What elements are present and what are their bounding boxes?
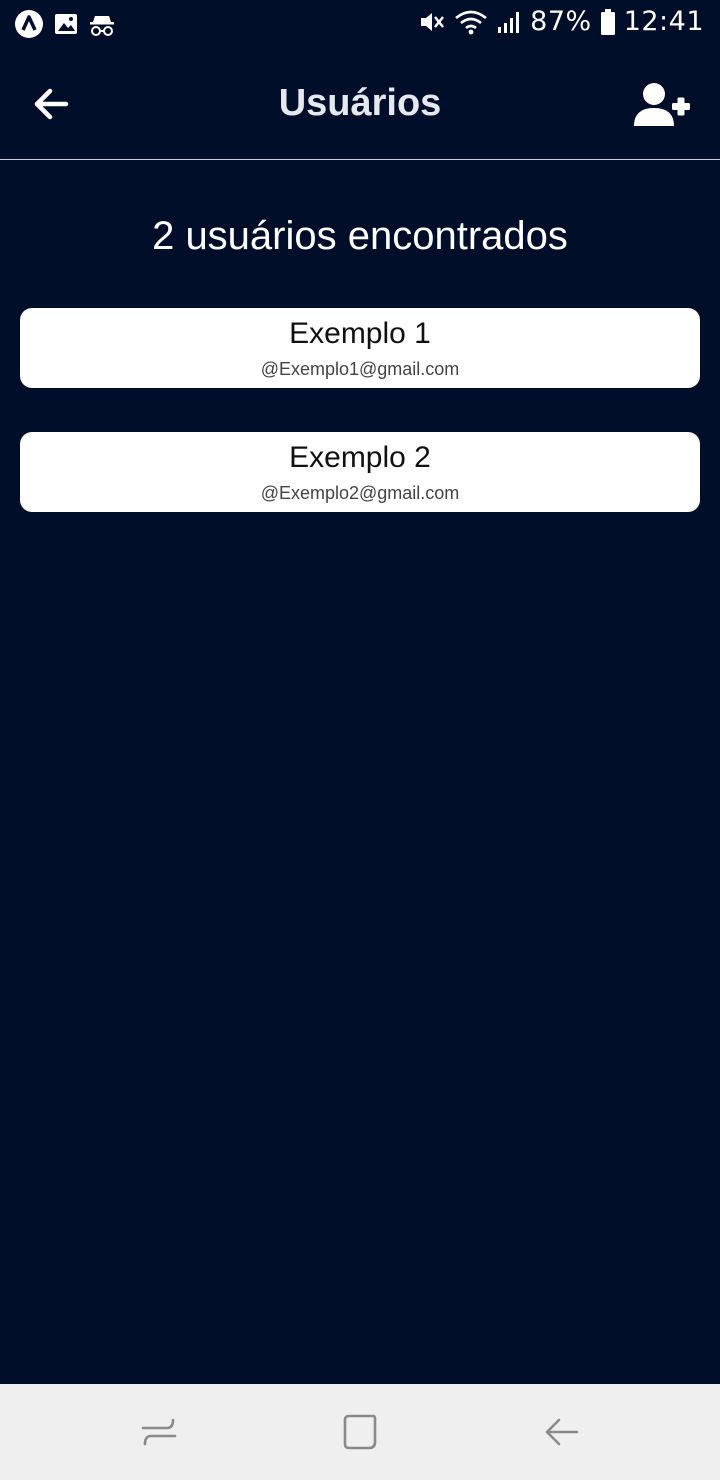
mute-icon	[418, 8, 446, 36]
signal-icon	[496, 9, 522, 35]
battery-icon	[600, 8, 616, 36]
recents-icon	[139, 1418, 179, 1456]
user-email: @Exemplo1@gmail.com	[260, 359, 460, 379]
home-icon	[340, 1414, 380, 1456]
system-back-button[interactable]	[541, 1412, 581, 1452]
app-logo-icon	[14, 9, 44, 39]
user-plus-icon	[632, 83, 692, 134]
add-user-button[interactable]	[632, 82, 692, 130]
battery-percentage: 87%	[530, 6, 592, 37]
status-bar: 87% 12:41	[0, 0, 720, 50]
back-icon	[541, 1418, 581, 1456]
page-title: Usuários	[278, 82, 442, 124]
user-card[interactable]: Exemplo 1 @Exemplo1@gmail.com	[20, 308, 700, 388]
users-count-label: 2 usuários encontrados	[152, 214, 568, 258]
recents-button[interactable]	[139, 1412, 179, 1452]
app-header: Usuários	[0, 50, 720, 160]
incognito-icon	[88, 10, 116, 38]
user-name: Exemplo 1	[289, 317, 431, 350]
gallery-icon	[54, 12, 78, 36]
user-email: @Exemplo2@gmail.com	[260, 483, 460, 503]
system-nav-bar	[0, 1384, 720, 1480]
user-name: Exemplo 2	[289, 441, 431, 474]
wifi-icon	[454, 8, 488, 36]
clock: 12:41	[623, 6, 704, 37]
user-card[interactable]: Exemplo 2 @Exemplo2@gmail.com	[20, 432, 700, 512]
home-button[interactable]	[340, 1412, 380, 1452]
